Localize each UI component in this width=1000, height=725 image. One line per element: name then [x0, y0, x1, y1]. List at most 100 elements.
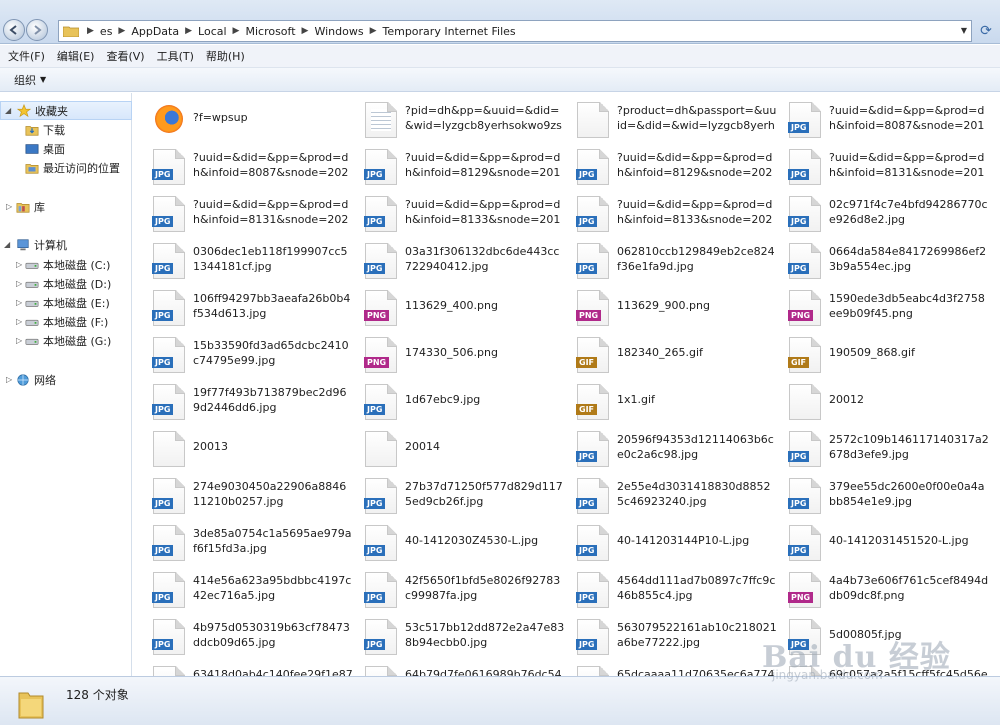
expand-arrow-icon[interactable]: ▷	[6, 202, 12, 211]
menu-item[interactable]: 查看(V)	[104, 48, 150, 64]
nav-drive[interactable]: ▷ 本地磁盘 (F:)	[0, 312, 132, 331]
breadcrumb-item[interactable]: Windows	[314, 25, 363, 38]
file-item[interactable]: JPG 15b33590fd3ad65dcbc2410c74795e99.jpg	[143, 332, 355, 378]
nav-favorites[interactable]: ◢ 收藏夹	[0, 101, 132, 120]
breadcrumb-separator-icon[interactable]: ▶	[227, 26, 246, 36]
file-type-badge: JPG	[788, 639, 810, 650]
expand-arrow-icon[interactable]: ▷	[6, 375, 12, 384]
file-item[interactable]: JPG 64b79d7fe0616989b76dc54d31	[355, 661, 567, 676]
nav-drive[interactable]: ▷ 本地磁盘 (G:)	[0, 331, 132, 350]
breadcrumb-separator-icon[interactable]: ▶	[112, 26, 131, 36]
nav-drive[interactable]: ▷ 本地磁盘 (C:)	[0, 255, 132, 274]
breadcrumb-separator-icon[interactable]: ▶	[296, 26, 315, 36]
expand-arrow-icon[interactable]: ▷	[16, 317, 22, 326]
file-item[interactable]: PNG 113629_400.png	[355, 285, 567, 331]
back-button[interactable]	[3, 19, 25, 41]
file-item[interactable]: GIF 182340_265.gif	[567, 332, 779, 378]
breadcrumb-separator-icon[interactable]: ▶	[81, 26, 100, 36]
file-item[interactable]: PNG 1590ede3db5eabc4d3f2758ee9b09f45.png	[779, 285, 991, 331]
file-item[interactable]: JPG 53c517bb12dd872e2a47e838b94ecbb0.jpg	[355, 614, 567, 660]
expand-arrow-icon[interactable]: ▷	[16, 279, 22, 288]
menu-item[interactable]: 编辑(E)	[55, 48, 101, 64]
menu-item[interactable]: 帮助(H)	[204, 48, 251, 64]
expand-arrow-icon[interactable]: ▷	[16, 260, 22, 269]
expand-arrow-icon[interactable]: ▷	[16, 336, 22, 345]
organize-button[interactable]: 组织 ▼	[14, 72, 46, 88]
file-item[interactable]: PNG 4a4b73e606f761c5cef8494ddb09dc8f.png	[779, 567, 991, 613]
file-item[interactable]: JPG 4b975d0530319b63cf78473ddcb09d65.jpg	[143, 614, 355, 660]
file-item[interactable]: JPG 563079522161ab10c218021a6be77222.jpg	[567, 614, 779, 660]
breadcrumb-separator-icon[interactable]: ▶	[179, 26, 198, 36]
expand-arrow-icon[interactable]: ▷	[16, 298, 22, 307]
breadcrumb-separator-icon[interactable]: ▶	[364, 26, 383, 36]
nav-downloads[interactable]: 下载	[0, 120, 132, 139]
nav-computer[interactable]: ◢ 计算机	[0, 235, 132, 254]
breadcrumb-item[interactable]: AppData	[131, 25, 179, 38]
file-item[interactable]: JPG 42f5650f1bfd5e8026f92783c99987fa.jpg	[355, 567, 567, 613]
file-item[interactable]: 20014	[355, 426, 567, 472]
file-item[interactable]: PNG 174330_506.png	[355, 332, 567, 378]
file-item[interactable]: JPG 4564dd111ad7b0897c7ffc9c46b855c4.jpg	[567, 567, 779, 613]
file-item[interactable]: JPG 0306dec1eb118f199907cc51344181cf.jpg	[143, 238, 355, 284]
file-item[interactable]: ?product=dh&passport=&uuid=&did=&wid=lyz…	[567, 97, 779, 143]
file-item[interactable]: JPG 40-1412031451520-L.jpg	[779, 520, 991, 566]
file-item[interactable]: JPG 19f77f493b713879bec2d969d2446dd6.jpg	[143, 379, 355, 425]
file-item[interactable]: JPG 40-1412030Z4530-L.jpg	[355, 520, 567, 566]
file-item[interactable]: ?pid=dh&pp=&uuid=&did=&wid=lyzgcb8yerhso…	[355, 97, 567, 143]
file-item[interactable]: JPG ?uuid=&did=&pp=&prod=dh&infoid=8129&s…	[355, 144, 567, 190]
file-item[interactable]: 20012	[779, 379, 991, 425]
refresh-button[interactable]: ⟳	[975, 21, 997, 41]
collapse-arrow-icon[interactable]: ◢	[5, 106, 11, 115]
file-item[interactable]: JPG 40-141203144P10-L.jpg	[567, 520, 779, 566]
file-item[interactable]: JPG 1d67ebc9.jpg	[355, 379, 567, 425]
file-item[interactable]: JPG 379ee55dc2600e0f00e0a4abb854e1e9.jpg	[779, 473, 991, 519]
file-item[interactable]: JPG ?uuid=&did=&pp=&prod=dh&infoid=8133&s…	[567, 191, 779, 237]
menu-item[interactable]: 工具(T)	[155, 48, 200, 64]
breadcrumb-item[interactable]: Local	[198, 25, 227, 38]
file-item[interactable]: JPG 0664da584e8417269986ef23b9a554ec.jpg	[779, 238, 991, 284]
file-item[interactable]: JPG 03a31f306132dbc6de443cc722940412.jpg	[355, 238, 567, 284]
file-item[interactable]: JPG 3de85a0754c1a5695ae979af6f15fd3a.jpg	[143, 520, 355, 566]
file-item[interactable]: JPG 2e55e4d3031418830d88525c46923240.jpg	[567, 473, 779, 519]
menu-item[interactable]: 文件(F)	[6, 48, 51, 64]
address-box[interactable]: ▶ es ▶ AppData ▶ Local ▶ Microsoft ▶ Windows ▶ Temp…	[58, 20, 972, 42]
nav-drive[interactable]: ▷ 本地磁盘 (D:)	[0, 274, 132, 293]
file-item[interactable]: JPG ?uuid=&did=&pp=&prod=dh&infoid=8087&s…	[143, 144, 355, 190]
file-item[interactable]: GIF 190509_868.gif	[779, 332, 991, 378]
breadcrumb-item[interactable]: Microsoft	[245, 25, 295, 38]
file-item[interactable]: JPG 20596f94353d12114063b6ce0c2a6c98.jpg	[567, 426, 779, 472]
file-name: 5d00805f.jpg	[829, 628, 902, 641]
file-item[interactable]: 20013	[143, 426, 355, 472]
file-item[interactable]: ?f=wpsup	[143, 97, 355, 143]
file-item[interactable]: JPG 65dcaaaa11d70635ec6a774c8d	[567, 661, 779, 676]
forward-button[interactable]	[26, 19, 48, 41]
file-item[interactable]: JPG ?uuid=&did=&pp=&prod=dh&infoid=8131&s…	[143, 191, 355, 237]
nav-network[interactable]: ▷ 网络	[0, 370, 132, 389]
file-item[interactable]: JPG 27b37d71250f577d829d1175ed9cb26f.jpg	[355, 473, 567, 519]
breadcrumb-item[interactable]: es	[100, 25, 113, 38]
file-item[interactable]: JPG 69c057a2a5f15cff5fc45d56eb41	[779, 661, 991, 676]
file-item[interactable]: JPG 2572c109b146117140317a2678d3efe9.jpg	[779, 426, 991, 472]
jpg-file-icon: JPG	[789, 666, 821, 676]
nav-drive[interactable]: ▷ 本地磁盘 (E:)	[0, 293, 132, 312]
file-item[interactable]: JPG ?uuid=&did=&pp=&prod=dh&infoid=8131&s…	[779, 144, 991, 190]
file-item[interactable]: GIF 1x1.gif	[567, 379, 779, 425]
file-item[interactable]: JPG 274e9030450a22906a884611210b0257.jpg	[143, 473, 355, 519]
file-view[interactable]: ?f=wpsup ?pid=dh&pp=&uuid=&did=&wid=lyzgc…	[133, 93, 1000, 676]
file-item[interactable]: JPG 106ff94297bb3aeafa26b0b4f534d613.jpg	[143, 285, 355, 331]
file-item[interactable]: JPG ?uuid=&did=&pp=&prod=dh&infoid=8087&s…	[779, 97, 991, 143]
file-item[interactable]: JPG ?uuid=&did=&pp=&prod=dh&infoid=8129&s…	[567, 144, 779, 190]
nav-desktop[interactable]: 桌面	[0, 139, 132, 158]
file-item[interactable]: PNG 113629_900.png	[567, 285, 779, 331]
file-item[interactable]: JPG 63418d0ab4c140fee29f1e8722e	[143, 661, 355, 676]
file-item[interactable]: JPG ?uuid=&did=&pp=&prod=dh&infoid=8133&s…	[355, 191, 567, 237]
file-item[interactable]: JPG 414e56a623a95bdbbc4197c42ec716a5.jpg	[143, 567, 355, 613]
nav-recent[interactable]: 最近访问的位置	[0, 158, 132, 177]
file-item[interactable]: JPG 062810ccb129849eb2ce824f36e1fa9d.jpg	[567, 238, 779, 284]
collapse-arrow-icon[interactable]: ◢	[4, 240, 10, 249]
file-item[interactable]: JPG 5d00805f.jpg	[779, 614, 991, 660]
breadcrumb-item[interactable]: Temporary Internet Files	[382, 25, 515, 38]
chevron-down-icon[interactable]: ▼	[961, 26, 967, 35]
nav-libraries[interactable]: ▷ 库	[0, 197, 132, 216]
file-item[interactable]: JPG 02c971f4c7e4bfd94286770ce926d8e2.jpg	[779, 191, 991, 237]
